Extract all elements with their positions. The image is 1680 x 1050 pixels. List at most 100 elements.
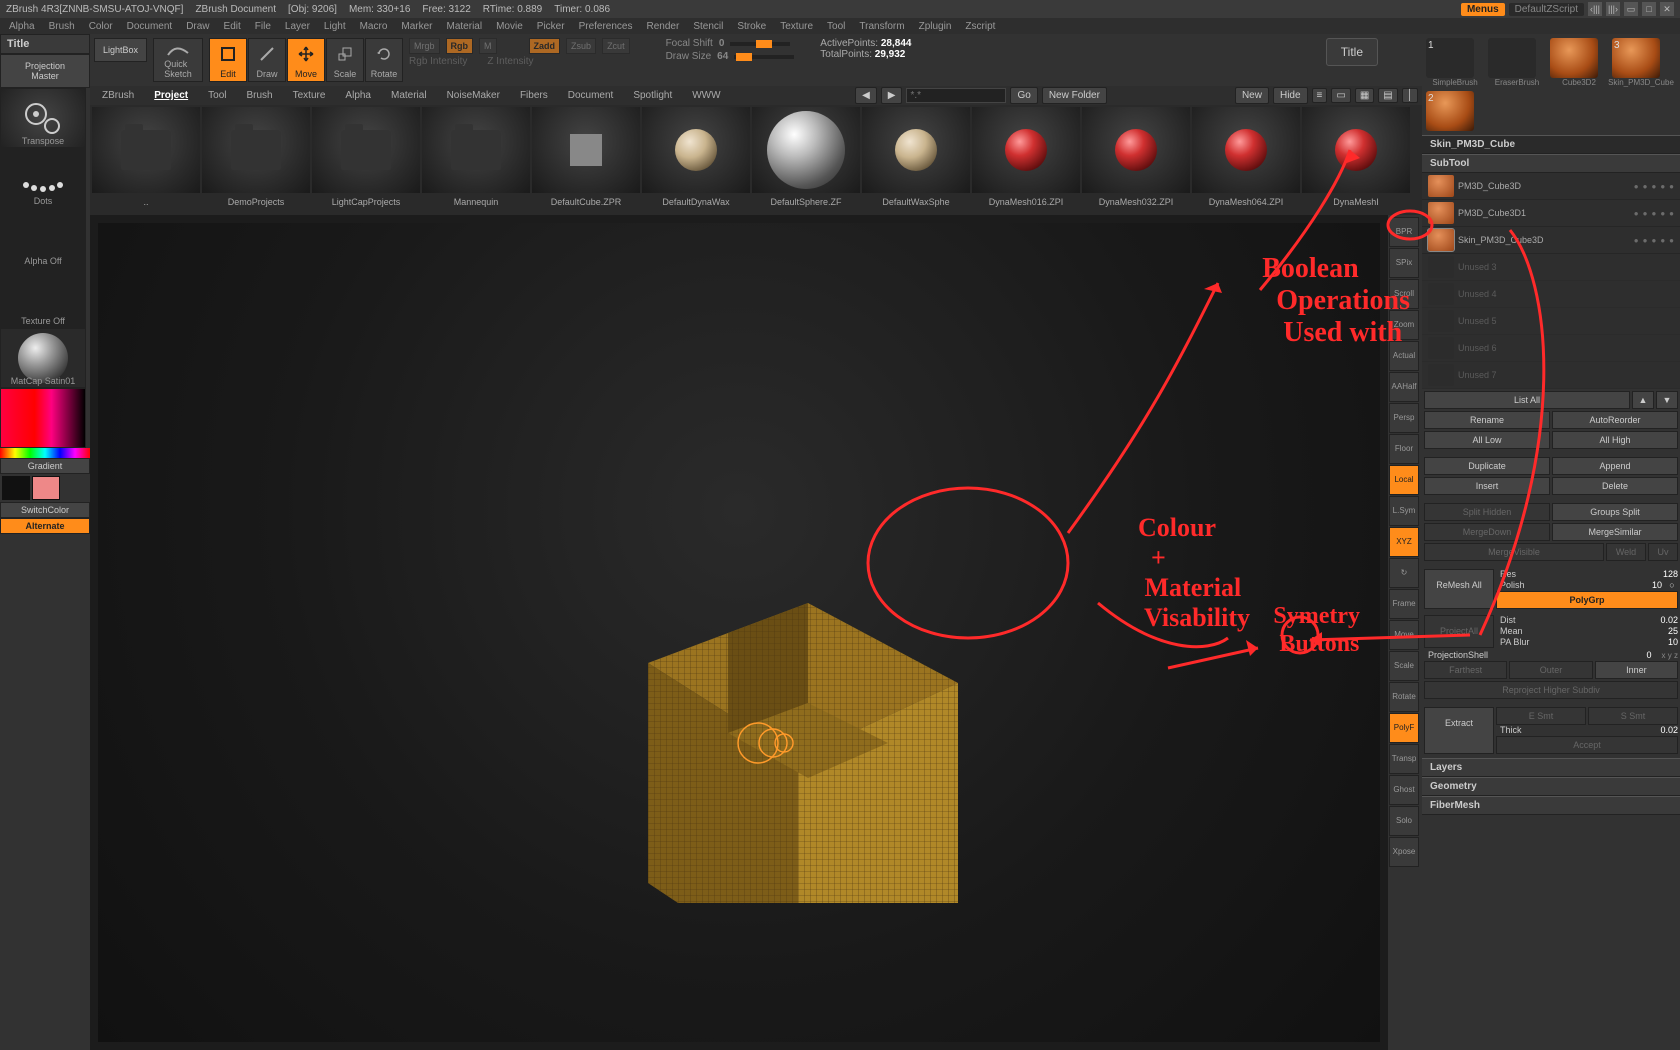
subtool-row-1[interactable]: PM3D_Cube3D1●●●●● — [1422, 200, 1680, 227]
layout-icon-0[interactable]: ≡ — [1312, 88, 1328, 103]
int-icon[interactable]: ● — [1669, 182, 1674, 191]
subtool-row-4[interactable]: Unused 4 — [1422, 281, 1680, 308]
subtool-row-2[interactable]: Skin_PM3D_Cube3D●●●●● — [1422, 227, 1680, 254]
go-button[interactable]: Go — [1010, 87, 1037, 104]
sidetool-move[interactable]: Move — [1389, 620, 1419, 650]
menu-draw[interactable]: Draw — [181, 21, 214, 32]
lightbox-tab-alpha[interactable]: Alpha — [337, 88, 379, 103]
tool-thumb-1[interactable]: EraserBrush — [1488, 38, 1546, 87]
lightbox-tab-noisemaker[interactable]: NoiseMaker — [439, 88, 508, 103]
layout-icon-4[interactable]: │ — [1402, 88, 1418, 103]
viewport-canvas[interactable]: Boolean Operations Used with Colour + Ma… — [98, 223, 1380, 1042]
fibermesh-header[interactable]: FiberMesh — [1422, 796, 1680, 815]
sidetool-local[interactable]: Local — [1389, 465, 1419, 495]
weld-button[interactable]: Weld — [1606, 543, 1646, 561]
subtool-row-5[interactable]: Unused 5 — [1422, 308, 1680, 335]
quicksketch-button[interactable]: Quick Sketch — [153, 38, 203, 82]
menu-light[interactable]: Light — [319, 21, 351, 32]
lightbox-tab-brush[interactable]: Brush — [239, 88, 281, 103]
sidetool-zoom[interactable]: Zoom — [1389, 310, 1419, 340]
sidetool-scroll[interactable]: Scroll — [1389, 279, 1419, 309]
draw-size-slider[interactable] — [734, 55, 794, 59]
menu-render[interactable]: Render — [642, 21, 685, 32]
newfolder-button[interactable]: New Folder — [1042, 87, 1107, 104]
color-picker[interactable] — [0, 388, 90, 458]
current-tool-name[interactable]: Skin_PM3D_Cube — [1422, 135, 1680, 154]
sub-icon[interactable]: ● — [1660, 182, 1665, 191]
insert-button[interactable]: Insert — [1424, 477, 1550, 495]
lightbox-tab-texture[interactable]: Texture — [285, 88, 334, 103]
mrgb-button[interactable]: Mrgb — [409, 38, 440, 54]
uv-button[interactable]: Uv — [1648, 543, 1678, 561]
sidetool-ghost[interactable]: Ghost — [1389, 775, 1419, 805]
sidetool-frame[interactable]: Frame — [1389, 589, 1419, 619]
maximize-button[interactable]: □ — [1642, 2, 1656, 16]
arrow-down-icon[interactable]: ▼ — [1656, 391, 1678, 409]
sidetool-lsym[interactable]: L.Sym — [1389, 496, 1419, 526]
sidetool-solo[interactable]: Solo — [1389, 806, 1419, 836]
lightbox-tab-spotlight[interactable]: Spotlight — [625, 88, 680, 103]
sidetool-xyz[interactable]: XYZ — [1389, 527, 1419, 557]
ssmt-button[interactable]: S Smt — [1588, 707, 1678, 725]
projectall-button[interactable]: ProjectAll — [1424, 615, 1494, 648]
projection-master-button[interactable]: Projection Master — [0, 54, 90, 88]
eye-icon[interactable]: ● — [1634, 182, 1639, 191]
lightbox-tab-zbrush[interactable]: ZBrush — [94, 88, 142, 103]
alllow-button[interactable]: All Low — [1424, 431, 1550, 449]
sidetool-aahalf[interactable]: AAHalf — [1389, 372, 1419, 402]
layout-icon-1[interactable]: ▭ — [1331, 88, 1350, 103]
menu-transform[interactable]: Transform — [854, 21, 909, 32]
mergesimilar-button[interactable]: MergeSimilar — [1552, 523, 1678, 541]
splithidden-button[interactable]: Split Hidden — [1424, 503, 1550, 521]
alpha-slot[interactable]: Alpha Off — [0, 208, 86, 268]
sidetool-persp[interactable]: Persp — [1389, 403, 1419, 433]
sidetool-floor[interactable]: Floor — [1389, 434, 1419, 464]
transpose-tool[interactable]: Transpose — [0, 88, 86, 148]
material-slot[interactable]: MatCap Satin01 — [0, 328, 86, 388]
geometry-header[interactable]: Geometry — [1422, 777, 1680, 796]
m-button[interactable]: M — [479, 38, 497, 54]
new-button[interactable]: New — [1235, 87, 1269, 104]
menu-marker[interactable]: Marker — [396, 21, 437, 32]
tool-thumb-4[interactable]: 2 — [1426, 91, 1484, 131]
eye-icon[interactable]: ● — [1634, 236, 1639, 245]
thumb-8[interactable]: DynaMesh016.ZPI — [972, 107, 1080, 213]
expand-button[interactable]: |||› — [1606, 2, 1620, 16]
lightbox-tab-fibers[interactable]: Fibers — [512, 88, 556, 103]
polygrp-button[interactable]: PolyGrp — [1496, 591, 1678, 609]
thumb-0[interactable]: .. — [92, 107, 200, 213]
extract-button[interactable]: Extract — [1424, 707, 1494, 754]
mergevisible-button[interactable]: MergeVisible — [1424, 543, 1604, 561]
outer-button[interactable]: Outer — [1509, 661, 1592, 679]
edit-button[interactable]: Edit — [209, 38, 247, 82]
menu-stroke[interactable]: Stroke — [732, 21, 771, 32]
remesh-button[interactable]: ReMesh All — [1424, 569, 1494, 609]
close-button[interactable]: ✕ — [1660, 2, 1674, 16]
eye-icon[interactable]: ● — [1634, 209, 1639, 218]
menu-tool[interactable]: Tool — [822, 21, 850, 32]
sidetool-bpr[interactable]: BPR — [1389, 217, 1419, 247]
menu-movie[interactable]: Movie — [491, 21, 528, 32]
menu-layer[interactable]: Layer — [280, 21, 315, 32]
sidetool-scale[interactable]: Scale — [1389, 651, 1419, 681]
doc-title-button[interactable]: Title — [1326, 38, 1378, 66]
layout-icon-2[interactable]: ▦ — [1355, 88, 1374, 103]
menu-brush[interactable]: Brush — [44, 21, 80, 32]
subtool-row-6[interactable]: Unused 6 — [1422, 335, 1680, 362]
lightbox-tab-www[interactable]: WWW — [684, 88, 728, 103]
sidetool-[interactable]: ↻ — [1389, 558, 1419, 588]
subtool-header[interactable]: SubTool — [1422, 154, 1680, 173]
sidetool-rotate[interactable]: Rotate — [1389, 682, 1419, 712]
thumb-7[interactable]: DefaultWaxSphe — [862, 107, 970, 213]
collapse-button[interactable]: ‹||| — [1588, 2, 1602, 16]
layers-header[interactable]: Layers — [1422, 758, 1680, 777]
menu-picker[interactable]: Picker — [532, 21, 570, 32]
reproject-button[interactable]: Reproject Higher Subdiv — [1424, 681, 1678, 699]
lightbox-button[interactable]: LightBox — [94, 38, 147, 62]
sub-icon[interactable]: ● — [1660, 209, 1665, 218]
menu-preferences[interactable]: Preferences — [574, 21, 638, 32]
tool-thumb-2[interactable]: Cube3D2 — [1550, 38, 1608, 87]
menus-toggle[interactable]: Menus — [1461, 3, 1505, 16]
sidetool-spix[interactable]: SPix — [1389, 248, 1419, 278]
thumb-1[interactable]: DemoProjects — [202, 107, 310, 213]
